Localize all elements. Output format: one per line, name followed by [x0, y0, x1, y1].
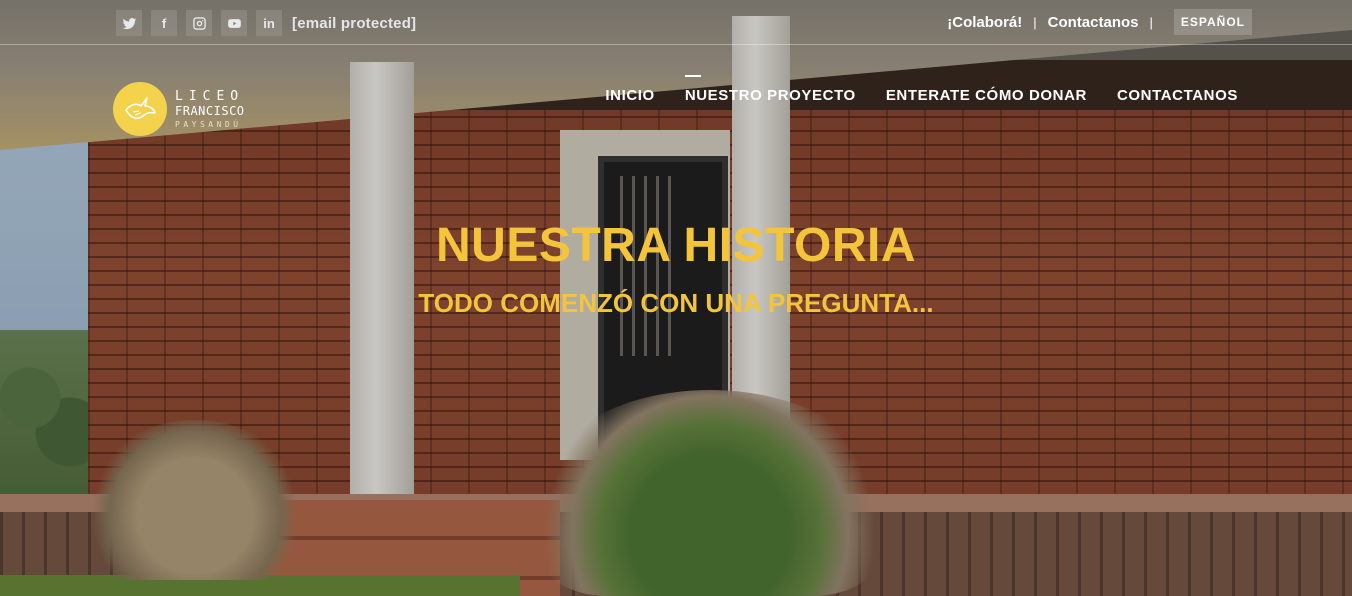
- hero-subtitle: TODO COMENZÓ CON UNA PREGUNTA...: [418, 288, 934, 318]
- nav-item-inicio[interactable]: INICIO: [605, 84, 654, 104]
- linkedin-icon[interactable]: in: [256, 10, 282, 36]
- email-link[interactable]: [email protected]: [292, 15, 416, 32]
- nav-item-enterate-como-donar[interactable]: ENTERATE CÓMO DONAR: [886, 84, 1087, 104]
- colabora-link[interactable]: ¡Colaborá!: [947, 14, 1022, 31]
- site-logo[interactable]: LICEO FRANCISCO PAYSANDÚ: [113, 82, 245, 136]
- dove-icon: [113, 82, 167, 136]
- youtube-icon[interactable]: [221, 10, 247, 36]
- separator: |: [1033, 14, 1037, 30]
- instagram-icon[interactable]: [186, 10, 212, 36]
- main-nav: INICIO NUESTRO PROYECTO ENTERATE CÓMO DO…: [605, 75, 1238, 104]
- nav-item-nuestro-proyecto[interactable]: NUESTRO PROYECTO: [684, 75, 856, 104]
- twitter-icon[interactable]: [116, 10, 142, 36]
- logo-line-1: LICEO: [175, 88, 245, 104]
- logo-text: LICEO FRANCISCO PAYSANDÚ: [175, 90, 245, 129]
- top-bar: f in [email protected] ¡Colaborá! | Cont…: [0, 0, 1352, 45]
- nav-item-contactanos[interactable]: CONTACTANOS: [1117, 84, 1238, 104]
- social-links: f in [email protected]: [116, 10, 416, 36]
- facebook-icon[interactable]: f: [151, 10, 177, 36]
- logo-line-2: FRANCISCO: [175, 103, 245, 118]
- language-selector[interactable]: ESPAÑOL: [1173, 9, 1252, 35]
- hero-title: NUESTRA HISTORIA: [435, 219, 917, 272]
- contactanos-top-link[interactable]: Contactanos: [1048, 14, 1139, 31]
- hero: NUESTRA HISTORIA TODO COMENZÓ CON UNA PR…: [0, 218, 1352, 320]
- logo-line-3: PAYSANDÚ: [175, 119, 242, 129]
- separator: |: [1149, 14, 1153, 30]
- top-links: ¡Colaborá! | Contactanos | ESPAÑOL: [947, 0, 1352, 44]
